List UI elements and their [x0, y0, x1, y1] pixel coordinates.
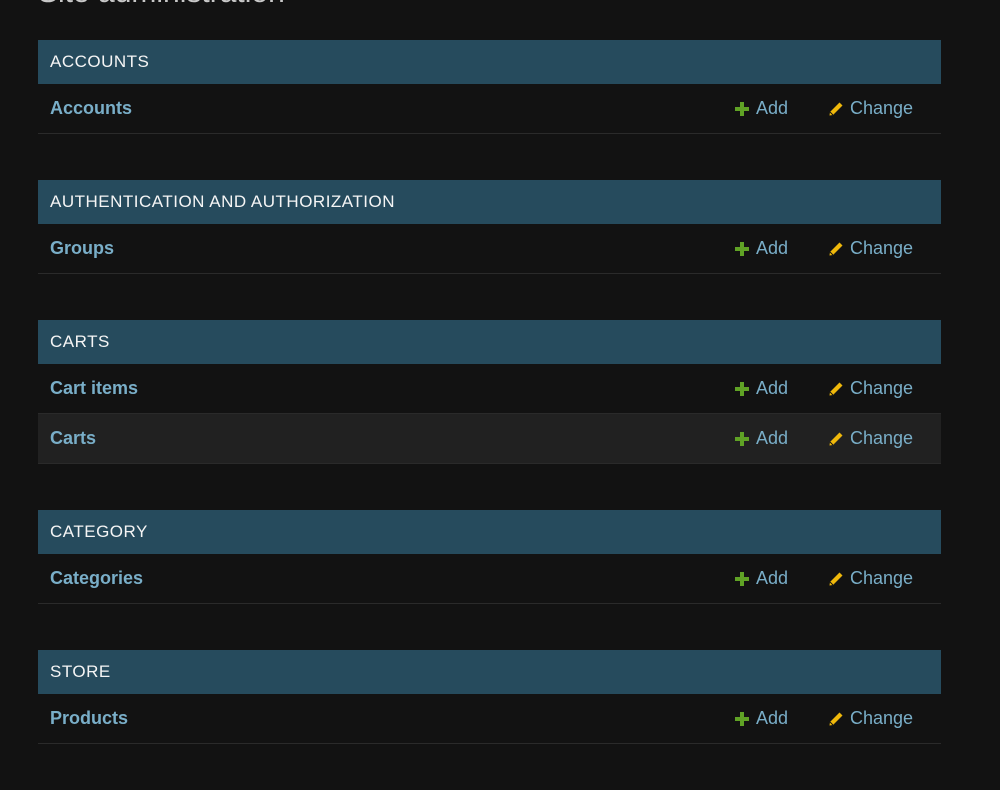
change-link-label: Change: [850, 98, 914, 118]
pencil-icon: [828, 571, 844, 587]
plus-icon: [734, 431, 750, 447]
plus-icon: [734, 571, 750, 587]
add-link-label: Add: [756, 428, 789, 448]
pencil-icon: [828, 431, 844, 447]
change-link-label: Change: [850, 378, 914, 398]
model-link-cart-items[interactable]: Cart items: [50, 378, 138, 399]
module-header[interactable]: AUTHENTICATION AND AUTHORIZATION: [38, 180, 941, 224]
change-link-label: Change: [850, 708, 914, 728]
add-link[interactable]: Add: [734, 428, 788, 449]
change-link-label: Change: [850, 428, 914, 448]
change-link[interactable]: Change: [828, 98, 913, 119]
model-link-groups[interactable]: Groups: [50, 238, 114, 259]
model-link-products[interactable]: Products: [50, 708, 128, 729]
add-link-label: Add: [756, 98, 789, 118]
module-header[interactable]: CATEGORY: [38, 510, 941, 554]
add-link-label: Add: [756, 568, 789, 588]
model-link-categories[interactable]: Categories: [50, 568, 143, 589]
pencil-icon: [828, 101, 844, 117]
model-link-accounts[interactable]: Accounts: [50, 98, 132, 119]
model-row: Cart items Add Change: [38, 364, 941, 414]
change-link-label: Change: [850, 568, 914, 588]
add-link[interactable]: Add: [734, 568, 788, 589]
model-row: Products Add Change: [38, 694, 941, 744]
change-link[interactable]: Change: [828, 378, 913, 399]
change-link[interactable]: Change: [828, 238, 913, 259]
add-link[interactable]: Add: [734, 238, 788, 259]
model-row: Groups Add Change: [38, 224, 941, 274]
add-link-label: Add: [756, 708, 789, 728]
plus-icon: [734, 381, 750, 397]
pencil-icon: [828, 381, 844, 397]
add-link[interactable]: Add: [734, 98, 788, 119]
pencil-icon: [828, 241, 844, 257]
pencil-icon: [828, 711, 844, 727]
change-link[interactable]: Change: [828, 428, 913, 449]
module-carts: CARTS Cart items Add Change Carts Add Ch…: [38, 320, 941, 464]
change-link-label: Change: [850, 238, 914, 258]
module-store: STORE Products Add Change: [38, 650, 941, 744]
model-row: Accounts Add Change: [38, 84, 941, 134]
plus-icon: [734, 241, 750, 257]
module-header[interactable]: STORE: [38, 650, 941, 694]
module-category: CATEGORY Categories Add Change: [38, 510, 941, 604]
model-row: Categories Add Change: [38, 554, 941, 604]
change-link[interactable]: Change: [828, 708, 913, 729]
plus-icon: [734, 101, 750, 117]
page-title: Site administration: [38, 0, 285, 8]
add-link[interactable]: Add: [734, 378, 788, 399]
add-link[interactable]: Add: [734, 708, 788, 729]
plus-icon: [734, 711, 750, 727]
module-header[interactable]: CARTS: [38, 320, 941, 364]
module-authentication: AUTHENTICATION AND AUTHORIZATION Groups …: [38, 180, 941, 274]
add-link-label: Add: [756, 378, 789, 398]
model-link-carts[interactable]: Carts: [50, 428, 96, 449]
model-row: Carts Add Change: [38, 414, 941, 464]
app-list: ACCOUNTS Accounts Add Change AUTHENTICAT…: [38, 40, 941, 790]
module-header[interactable]: ACCOUNTS: [38, 40, 941, 84]
module-accounts: ACCOUNTS Accounts Add Change: [38, 40, 941, 134]
add-link-label: Add: [756, 238, 789, 258]
change-link[interactable]: Change: [828, 568, 913, 589]
